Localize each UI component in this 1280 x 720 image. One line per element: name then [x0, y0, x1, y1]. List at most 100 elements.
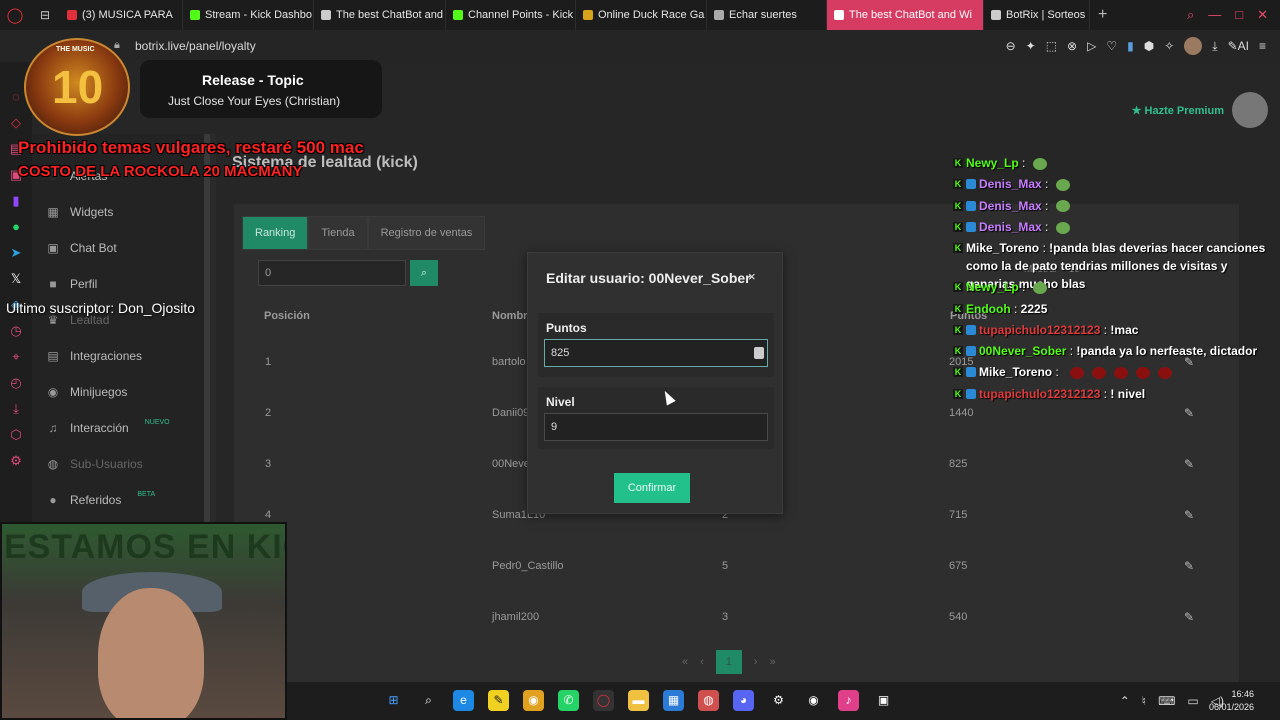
- url-field[interactable]: botrix.live/panel/loyalty: [135, 39, 256, 53]
- notes-icon[interactable]: ⌖: [7, 348, 25, 366]
- start-icon[interactable]: ⊞: [383, 690, 404, 711]
- browser-tab[interactable]: The best ChatBot and: [314, 0, 446, 30]
- tray-chevron-icon[interactable]: ⌃: [1120, 694, 1130, 708]
- extension-blue-icon[interactable]: ▮: [1127, 39, 1134, 53]
- page-last[interactable]: »: [769, 656, 775, 668]
- chat-username[interactable]: Denis_Max: [979, 177, 1042, 191]
- whatsapp-icon[interactable]: ●: [7, 218, 25, 236]
- chat-username[interactable]: tupapichulo12312123: [979, 323, 1100, 337]
- puzzle-icon[interactable]: ✧: [1164, 39, 1174, 53]
- steam-icon[interactable]: ⚙: [768, 690, 789, 711]
- network-icon[interactable]: ▭: [1187, 694, 1198, 708]
- search-tabs-icon[interactable]: ⌕: [1187, 7, 1194, 23]
- search-taskbar-icon[interactable]: ⌕: [418, 690, 439, 711]
- downloads-icon[interactable]: ⤓: [7, 400, 25, 418]
- chat-username[interactable]: 00Never_Sober: [979, 344, 1066, 358]
- ai-icon[interactable]: ✎AI: [1228, 39, 1249, 53]
- whatsapp-taskbar-icon[interactable]: ✆: [558, 690, 579, 711]
- flow-icon[interactable]: ◇: [7, 114, 25, 132]
- extension-icon[interactable]: ✦: [1026, 39, 1036, 53]
- page-prev[interactable]: ‹: [700, 656, 704, 668]
- modal-close-button[interactable]: ×: [748, 269, 756, 284]
- premium-button[interactable]: ★ Hazte Premium: [1132, 104, 1224, 117]
- browser-tab[interactable]: Online Duck Race Ga: [576, 0, 707, 30]
- nav-item[interactable]: ▣ Chat Bot: [46, 241, 116, 255]
- nav-item[interactable]: ◉ Minijuegos: [46, 385, 128, 399]
- extension-white-icon[interactable]: ⬢: [1144, 39, 1154, 53]
- zoom-icon[interactable]: ⊖: [1006, 39, 1016, 53]
- obs-icon[interactable]: ◉: [803, 690, 824, 711]
- browser-tab[interactable]: Echar suertes: [707, 0, 827, 30]
- user-avatar[interactable]: [1232, 92, 1268, 128]
- page-current[interactable]: 1: [715, 650, 742, 674]
- clock-icon[interactable]: ◴: [7, 374, 25, 392]
- tiktok-icon[interactable]: ♪: [838, 690, 859, 711]
- twitch-icon[interactable]: ▮: [7, 192, 25, 210]
- settings-icon[interactable]: ⚙: [7, 452, 25, 470]
- page-first[interactable]: «: [682, 656, 688, 668]
- page-next[interactable]: ›: [754, 656, 758, 668]
- misc-app-icon[interactable]: ▣: [873, 690, 894, 711]
- opera-logo-icon[interactable]: ◯: [0, 0, 30, 30]
- browser-tab[interactable]: Channel Points - Kick: [446, 0, 576, 30]
- menu-icon[interactable]: ≡: [1259, 39, 1266, 53]
- tab-sales-log[interactable]: Registro de ventas: [367, 216, 486, 250]
- tab-ranking[interactable]: Ranking: [242, 216, 309, 250]
- edit-pencil-icon[interactable]: ✎: [1184, 508, 1194, 522]
- chat-username[interactable]: Newy_Lp: [966, 156, 1019, 170]
- search-input[interactable]: 0: [258, 260, 406, 286]
- chrome-icon[interactable]: ◉: [523, 690, 544, 711]
- chat-username[interactable]: Mike_Toreno: [979, 365, 1052, 379]
- minimize-icon[interactable]: —: [1208, 7, 1221, 23]
- app-icon[interactable]: ◍: [698, 690, 719, 711]
- chat-username[interactable]: Denis_Max: [979, 199, 1042, 213]
- profile-avatar[interactable]: [1184, 37, 1203, 55]
- level-input[interactable]: [544, 413, 768, 441]
- maximize-icon[interactable]: □: [1235, 7, 1243, 23]
- keyboard-icon[interactable]: ⌨: [1158, 694, 1175, 708]
- notes-app-icon[interactable]: ✎: [488, 690, 509, 711]
- new-tab-icon[interactable]: +: [1098, 6, 1107, 24]
- chat-username[interactable]: Newy_Lp: [966, 280, 1019, 294]
- chat-username[interactable]: Denis_Max: [979, 220, 1042, 234]
- store-icon[interactable]: ▦: [663, 690, 684, 711]
- edit-pencil-icon[interactable]: ✎: [1184, 610, 1194, 624]
- edit-pencil-icon[interactable]: ✎: [1184, 457, 1194, 471]
- chat-username[interactable]: tupapichulo12312123: [979, 387, 1100, 401]
- aria-icon[interactable]: ◌: [7, 88, 25, 106]
- history-icon[interactable]: ◷: [7, 322, 25, 340]
- x-icon[interactable]: 𝕏: [7, 270, 25, 288]
- chat-username[interactable]: Endooh: [966, 302, 1011, 316]
- confirm-button[interactable]: Confirmar: [614, 473, 690, 503]
- telegram-icon[interactable]: ➤: [7, 244, 25, 262]
- browser-tab[interactable]: BotRix | Sorteos: [984, 0, 1090, 30]
- edit-pencil-icon[interactable]: ✎: [1184, 559, 1194, 573]
- nav-item[interactable]: ♫ Interacción NUEVO: [46, 419, 170, 436]
- extensions-icon[interactable]: ⬡: [7, 426, 25, 444]
- browser-tab[interactable]: Stream - Kick Dashbo: [183, 0, 314, 30]
- snapshot-icon[interactable]: ⬚: [1046, 39, 1057, 53]
- download-icon[interactable]: ⤓: [1212, 39, 1217, 54]
- search-button[interactable]: ⌕: [410, 260, 438, 286]
- browser-tab[interactable]: The best ChatBot and Wi: [827, 0, 984, 30]
- chat-username[interactable]: Mike_Toreno: [966, 241, 1039, 255]
- nav-item[interactable]: ● Referidos BETA: [46, 491, 155, 508]
- edit-pencil-icon[interactable]: ✎: [1184, 406, 1194, 420]
- tab-shop[interactable]: Tienda: [308, 216, 368, 250]
- clock[interactable]: 16:46 06/01/2026: [1209, 688, 1254, 714]
- points-input[interactable]: [544, 339, 768, 367]
- opera-taskbar-icon[interactable]: ◯: [593, 690, 614, 711]
- explorer-icon[interactable]: ▬: [628, 690, 649, 711]
- points-spinner-icon[interactable]: [754, 347, 764, 359]
- block-icon[interactable]: ⊗: [1067, 39, 1077, 53]
- edge-icon[interactable]: e: [453, 690, 474, 711]
- discord-taskbar-icon[interactable]: ◕: [733, 690, 754, 711]
- nav-item[interactable]: ▤ Integraciones: [46, 349, 142, 363]
- heart-icon[interactable]: ♡: [1106, 39, 1117, 53]
- nav-item[interactable]: ■ Perfil: [46, 277, 97, 291]
- nav-item[interactable]: ▦ Widgets: [46, 205, 113, 219]
- play-icon[interactable]: ▷: [1087, 39, 1096, 53]
- mic-icon[interactable]: ♮: [1142, 694, 1146, 708]
- nav-item[interactable]: ◍ Sub-Usuarios: [46, 457, 143, 471]
- close-window-icon[interactable]: ✕: [1257, 7, 1268, 23]
